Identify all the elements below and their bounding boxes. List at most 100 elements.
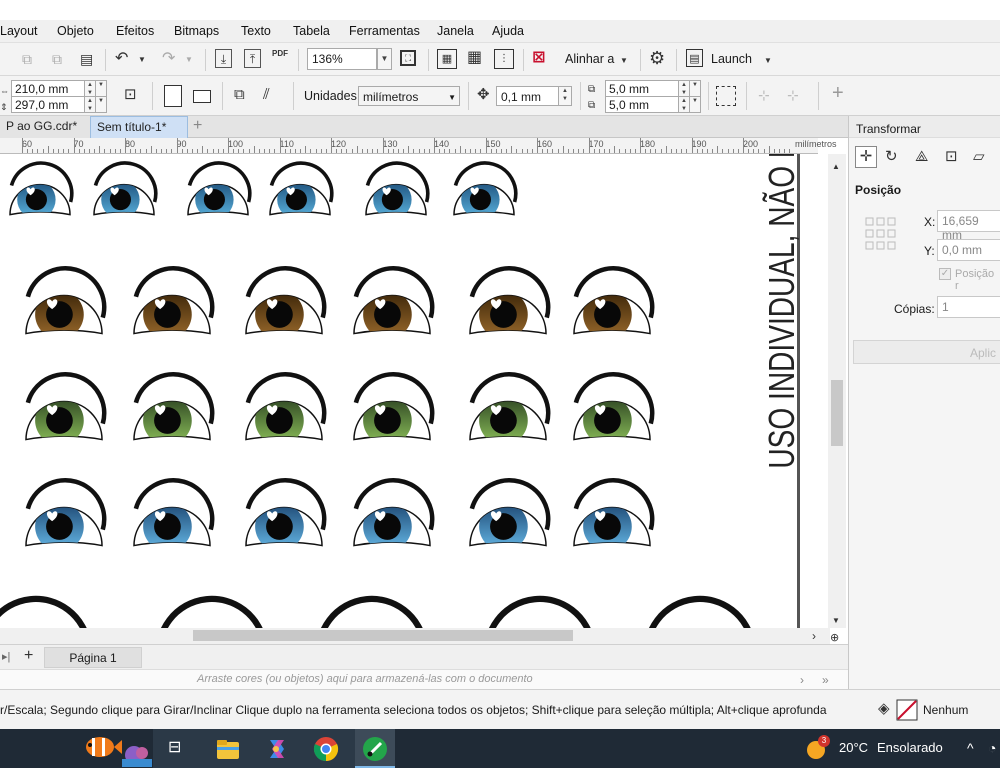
- page-width-field[interactable]: 210,0 mm: [11, 80, 85, 97]
- pdf-export-icon[interactable]: PDF: [272, 49, 288, 59]
- scroll-right-icon[interactable]: ›: [812, 627, 816, 645]
- duplicate-y-spinner[interactable]: ▲ ▼: [679, 96, 690, 113]
- rotate-tab-icon[interactable]: ↻: [885, 148, 898, 166]
- page-height-field[interactable]: 297,0 mm: [11, 96, 85, 113]
- duplicate-y-field[interactable]: 5,0 mm: [605, 96, 679, 113]
- duplicate-y-dropdown[interactable]: ▼: [690, 96, 701, 113]
- landscape-icon[interactable]: [193, 90, 211, 103]
- launch-button[interactable]: Launch: [711, 52, 752, 66]
- eyes-artwork[interactable]: [0, 154, 800, 628]
- separator: [222, 82, 223, 110]
- no-fill-icon[interactable]: [896, 699, 918, 721]
- page-width-lock[interactable]: ▼: [96, 80, 107, 97]
- tab-doc-2[interactable]: Sem título-1*: [90, 116, 188, 138]
- units-select[interactable]: milímetros ▼: [358, 86, 460, 106]
- page-height-lock[interactable]: ▼: [96, 96, 107, 113]
- fill-bucket-icon[interactable]: ◈: [878, 700, 890, 718]
- redo-icon[interactable]: ↷: [162, 50, 175, 68]
- file-explorer-icon[interactable]: [216, 738, 240, 760]
- page-height-spinner[interactable]: ▲ ▼: [85, 96, 96, 113]
- undo-dropdown-icon[interactable]: ▼: [138, 51, 146, 69]
- position-x-field[interactable]: 16,659 mm: [937, 210, 1000, 242]
- align-to-button[interactable]: Alinhar a: [565, 52, 614, 66]
- apply-button[interactable]: Aplic: [853, 340, 1000, 364]
- horizontal-ruler[interactable]: 60 70 80 90 100 110 120 130 140 150 160 170 180 190 20…: [0, 138, 837, 154]
- palette-more-icon[interactable]: »: [822, 671, 829, 689]
- skew-tab-icon[interactable]: ▱: [973, 148, 985, 166]
- duplicate-x-field[interactable]: 5,0 mm: [605, 80, 679, 97]
- menu-bitmaps[interactable]: Bitmaps: [174, 24, 219, 38]
- mirror-tab-icon[interactable]: ⟁: [915, 148, 928, 166]
- copies-field[interactable]: 1: [937, 296, 1000, 318]
- menu-ajuda[interactable]: Ajuda: [492, 24, 524, 38]
- add-page-icon[interactable]: +: [24, 647, 33, 665]
- gear-icon[interactable]: ⚙: [649, 49, 665, 67]
- menu-efeitos[interactable]: Efeitos: [116, 24, 154, 38]
- position-y-field[interactable]: 0,0 mm: [937, 239, 1000, 261]
- snap-options-icon[interactable]: ⊹: [787, 86, 799, 104]
- menu-janela[interactable]: Janela: [437, 24, 474, 38]
- menu-objeto[interactable]: Objeto: [57, 24, 94, 38]
- duplicate-x-spinner[interactable]: ▲ ▼: [679, 80, 690, 97]
- scroll-down-icon[interactable]: ▼: [832, 612, 840, 630]
- tab-doc-1[interactable]: P ao GG.cdr*: [0, 116, 90, 138]
- menu-ferramentas[interactable]: Ferramentas: [349, 24, 420, 38]
- page-border-icon[interactable]: [716, 86, 736, 106]
- copilot-icon[interactable]: [264, 737, 288, 761]
- portrait-icon[interactable]: [164, 85, 182, 107]
- grid-icon[interactable]: ▦: [467, 49, 482, 67]
- treat-as-filled-icon[interactable]: ⊹: [758, 86, 770, 104]
- ruler-tick: [727, 149, 729, 153]
- zoom-fit-icon[interactable]: ⛶: [400, 50, 416, 66]
- ruler-label: 70: [73, 139, 84, 149]
- align-to-dropdown-icon[interactable]: ▼: [620, 52, 628, 70]
- rulers-icon[interactable]: ▦: [437, 49, 457, 69]
- undo-icon[interactable]: ↶: [115, 50, 128, 68]
- redo-dropdown-icon[interactable]: ▼: [185, 51, 193, 69]
- anchor-grid-icon[interactable]: [865, 217, 897, 251]
- export-icon[interactable]: ⤒: [244, 49, 261, 68]
- menu-texto[interactable]: Texto: [241, 24, 271, 38]
- add-icon[interactable]: +: [832, 83, 844, 103]
- zoom-field[interactable]: 136%: [307, 48, 377, 70]
- last-page-icon[interactable]: ▸|: [2, 648, 10, 666]
- clownfish-widget-icon[interactable]: [78, 731, 154, 767]
- vertical-scroll-thumb[interactable]: [831, 380, 843, 446]
- wifi-icon[interactable]: ◔: [988, 739, 996, 757]
- page-width-spinner[interactable]: ▲ ▼: [85, 80, 96, 97]
- document-palette[interactable]: Arraste cores (ou objetos) aqui para arm…: [0, 669, 848, 689]
- nudge-field[interactable]: 0,1 mm: [496, 86, 559, 106]
- nudge-spinner[interactable]: ▲ ▼: [559, 86, 572, 106]
- page-sizing-icon[interactable]: ⊡: [124, 86, 137, 104]
- copy-icon[interactable]: ⧉: [22, 50, 32, 68]
- launch-icon[interactable]: ▤: [686, 49, 703, 67]
- cartoon-eye: [245, 478, 327, 547]
- paste-disabled-icon[interactable]: ⧉: [52, 50, 62, 68]
- size-tab-icon[interactable]: ⊡: [945, 148, 958, 166]
- palette-next-icon[interactable]: ›: [800, 671, 804, 689]
- import-icon[interactable]: ⤓: [215, 49, 232, 68]
- menu-layout[interactable]: Layout: [0, 24, 38, 38]
- relative-position-checkbox[interactable]: ✓: [939, 268, 951, 280]
- launch-dropdown-icon[interactable]: ▼: [764, 52, 772, 70]
- current-page-icon[interactable]: ⫽: [263, 86, 270, 104]
- task-view-icon[interactable]: ⊟: [168, 739, 181, 757]
- paste-icon[interactable]: ▤: [80, 50, 93, 68]
- page-tab[interactable]: Página 1: [44, 647, 142, 668]
- guidelines-icon[interactable]: ⋮: [494, 49, 514, 69]
- snap-off-icon[interactable]: ⊠: [532, 49, 545, 67]
- zoom-dropdown[interactable]: ▼: [377, 48, 392, 70]
- horizontal-scroll-thumb[interactable]: [193, 630, 573, 641]
- menu-tabela[interactable]: Tabela: [293, 24, 330, 38]
- duplicate-x-dropdown[interactable]: ▼: [690, 80, 701, 97]
- position-tab-icon[interactable]: ✛: [855, 146, 877, 168]
- all-pages-icon[interactable]: ⧉: [234, 86, 245, 104]
- weather-widget[interactable]: 3: [805, 735, 830, 761]
- chevron-up-icon[interactable]: ^: [967, 739, 974, 757]
- add-tab-icon[interactable]: +: [193, 117, 202, 135]
- scroll-up-icon[interactable]: ▲: [832, 158, 840, 176]
- chrome-icon[interactable]: [313, 736, 339, 762]
- separator: [468, 82, 469, 110]
- drawing-canvas[interactable]: USO INDIVIDUAL, NÃO PO: [0, 154, 800, 628]
- coreldraw-icon[interactable]: [362, 736, 388, 762]
